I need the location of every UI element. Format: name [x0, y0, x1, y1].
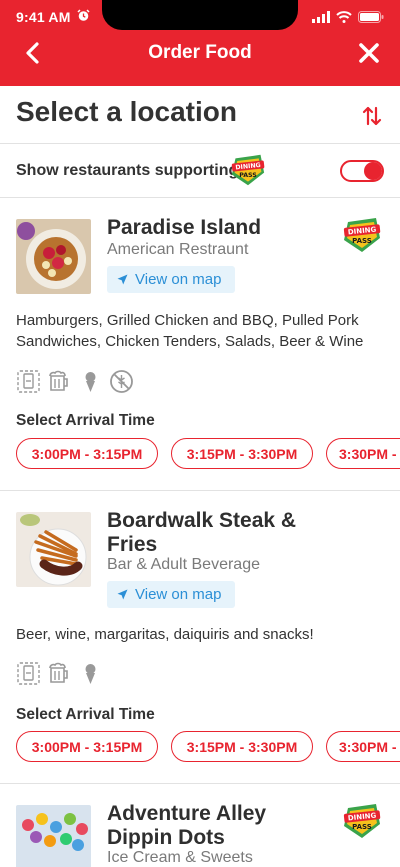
page-header: Select a location — [0, 86, 400, 144]
view-on-map-label: View on map — [135, 271, 222, 288]
svg-text:PASS: PASS — [352, 823, 372, 831]
nav-title: Order Food — [148, 42, 252, 63]
restaurant-description: Beer, wine, margaritas, daiquiris and sn… — [16, 626, 314, 643]
toggle-knob — [364, 162, 382, 180]
mobile-order-icon — [16, 369, 41, 394]
dining-pass-filter: Show restaurants supporting DINING PASS — [0, 144, 400, 198]
arrival-time-option[interactable]: 3:15PM - 3:30PM — [171, 731, 313, 762]
restaurant-name: Paradise Island — [107, 216, 262, 239]
beer-icon — [47, 661, 72, 686]
arrival-time-option[interactable]: 3:30PM - — [326, 731, 400, 762]
arrival-time-option[interactable]: 3:30PM - — [326, 438, 400, 469]
restaurant-description: Hamburgers, Grilled Chicken and BBQ, Pul… — [16, 312, 364, 350]
svg-text:PASS: PASS — [352, 237, 372, 245]
arrival-time-options: 3:00PM - 3:15PM 3:15PM - 3:30PM 3:30PM - — [16, 731, 400, 762]
status-bar: 9:41 AM — [0, 0, 400, 36]
food-photo — [16, 512, 91, 587]
mobile-order-icon — [16, 661, 41, 686]
dining-pass-toggle[interactable] — [340, 160, 384, 182]
restaurant-category: Ice Cream & Sweets — [107, 849, 253, 866]
alarm-icon — [77, 9, 90, 25]
close-icon — [359, 43, 379, 63]
page-title: Select a location — [16, 96, 237, 127]
amenity-icons — [16, 369, 134, 394]
signal-icon — [312, 10, 330, 28]
restaurant-card[interactable]: Boardwalk Steak & Fries Bar & Adult Beve… — [0, 491, 400, 784]
arrival-time-label: Select Arrival Time — [16, 412, 155, 429]
dining-pass-logo: DINING PASS — [228, 153, 268, 192]
amenity-icons — [16, 661, 103, 686]
restaurant-name: Adventure Alley Dippin Dots — [107, 802, 267, 849]
wifi-icon — [336, 10, 352, 28]
sort-arrows-icon — [362, 106, 382, 126]
device-notch — [102, 0, 298, 30]
view-on-map-label: View on map — [135, 586, 222, 603]
restaurant-category: American Restraunt — [107, 241, 249, 258]
gluten-free-icon — [109, 369, 134, 394]
status-time: 9:41 AM — [16, 9, 71, 25]
arrival-time-options: 3:00PM - 3:15PM 3:15PM - 3:30PM 3:30PM - — [16, 438, 400, 469]
close-button[interactable] — [354, 38, 384, 68]
svg-text:PASS: PASS — [239, 172, 257, 179]
arrival-time-label: Select Arrival Time — [16, 706, 155, 723]
view-on-map-button[interactable]: View on map — [107, 581, 235, 608]
filter-label: Show restaurants supporting — [16, 162, 239, 179]
dining-pass-logo: DINING PASS — [340, 216, 384, 259]
restaurant-name: Boardwalk Steak & Fries — [107, 509, 297, 556]
location-arrow-icon — [117, 274, 128, 285]
sort-button[interactable] — [360, 104, 384, 128]
ice-cream-icon — [78, 661, 103, 686]
restaurant-card[interactable]: Adventure Alley Dippin Dots Ice Cream & … — [0, 784, 400, 867]
arrival-time-option[interactable]: 3:15PM - 3:30PM — [171, 438, 313, 469]
dining-pass-logo: DINING PASS — [340, 802, 384, 845]
location-arrow-icon — [117, 589, 128, 600]
ice-cream-icon — [78, 369, 103, 394]
arrival-time-option[interactable]: 3:00PM - 3:15PM — [16, 731, 158, 762]
beer-icon — [47, 369, 72, 394]
food-photo — [16, 219, 91, 294]
restaurant-card[interactable]: Paradise Island American Restraunt View … — [0, 198, 400, 491]
nav-bar: Order Food — [0, 36, 400, 86]
food-photo — [16, 805, 91, 867]
restaurant-category: Bar & Adult Beverage — [107, 556, 260, 573]
arrival-time-option[interactable]: 3:00PM - 3:15PM — [16, 438, 158, 469]
view-on-map-button[interactable]: View on map — [107, 266, 235, 293]
battery-icon — [358, 10, 384, 28]
